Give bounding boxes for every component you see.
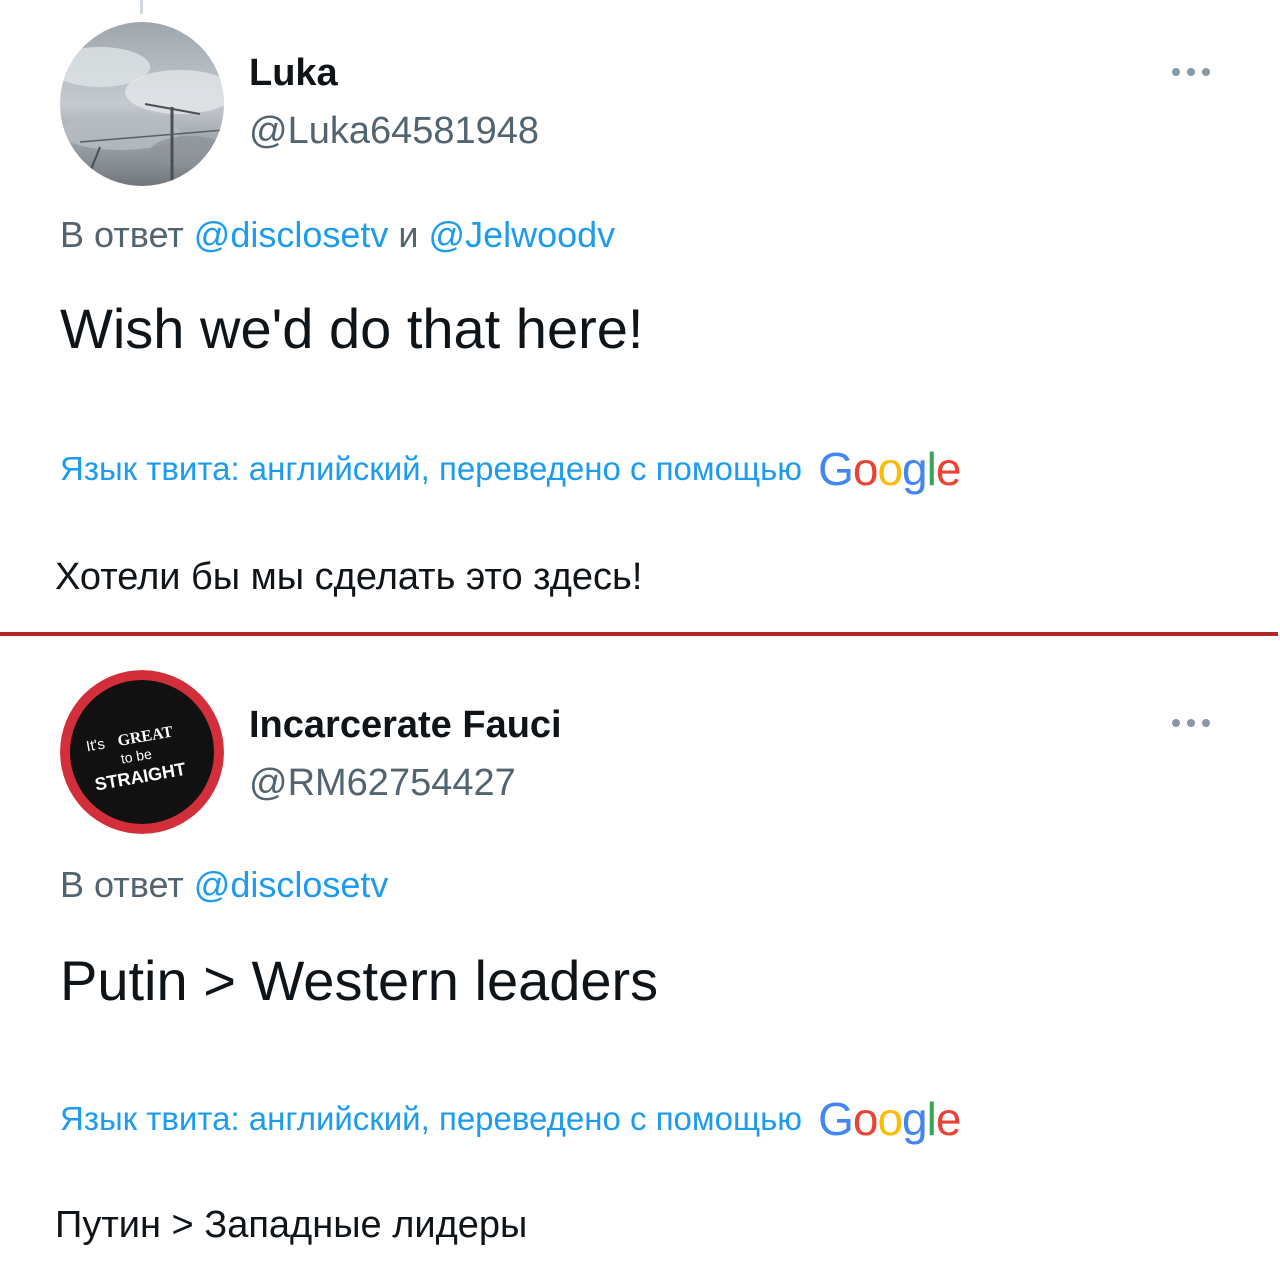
translation-label: Язык твита: английский, переведено с пом… <box>60 1100 803 1137</box>
google-logo-letter: g <box>902 443 928 495</box>
mention-link[interactable]: @Jelwoodv <box>429 214 616 255</box>
its-great-to-be-straight-avatar-icon: It's GREAT to be STRAIGHT <box>60 670 224 834</box>
google-logo-letter: l <box>926 443 937 495</box>
google-logo-letter: o <box>877 443 903 495</box>
avatar-text: It's <box>85 735 106 755</box>
avatar[interactable]: It's GREAT to be STRAIGHT <box>60 670 224 834</box>
reply-prefix: В ответ <box>60 864 184 905</box>
mention-link[interactable]: @disclosetv <box>194 864 389 905</box>
display-name[interactable]: Incarcerate Fauci <box>249 704 562 747</box>
display-name[interactable]: Luka <box>249 52 338 95</box>
google-logo: Google <box>818 1093 962 1145</box>
user-handle[interactable]: @Luka64581948 <box>249 110 539 153</box>
google-logo-letter: o <box>877 1093 903 1145</box>
reply-context: В ответ @disclosetv и @Jelwoodv <box>60 214 615 256</box>
translated-text: Хотели бы мы сделать это здесь! <box>55 556 643 598</box>
tweet-text: Wish we'd do that here! <box>60 297 644 360</box>
google-logo-letter: o <box>852 443 879 495</box>
dot-icon <box>1202 68 1210 76</box>
google-logo-letter: e <box>935 1093 962 1145</box>
more-options-button[interactable] <box>1172 713 1220 733</box>
translation-label: Язык твита: английский, переведено с пом… <box>60 450 803 487</box>
google-logo-letter: G <box>818 1093 854 1145</box>
reply-conjunction: и <box>398 214 419 255</box>
tweet-text: Putin > Western leaders <box>60 949 659 1012</box>
reply-context: В ответ @disclosetv <box>60 864 388 906</box>
tweet[interactable]: It's GREAT to be STRAIGHT Incarcerate Fa… <box>0 636 1280 1280</box>
dot-icon <box>1172 719 1180 727</box>
mention-link[interactable]: @disclosetv <box>194 214 389 255</box>
tweet[interactable]: Luka @Luka64581948 В ответ @disclosetv и… <box>0 0 1280 632</box>
google-logo-letter: l <box>926 1093 937 1145</box>
cloudy-sky-avatar-icon <box>60 22 224 186</box>
google-logo-letter: G <box>818 443 854 495</box>
reply-prefix: В ответ <box>60 214 184 255</box>
more-options-button[interactable] <box>1172 62 1220 82</box>
google-logo-letter: o <box>852 1093 879 1145</box>
google-logo-letter: e <box>935 443 962 495</box>
translated-text: Путин > Западные лидеры <box>55 1204 528 1246</box>
dot-icon <box>1187 719 1195 727</box>
translation-attribution[interactable]: Язык твита: английский, переведено с пом… <box>60 443 962 495</box>
dot-icon <box>1202 719 1210 727</box>
avatar[interactable] <box>60 22 224 186</box>
translation-attribution[interactable]: Язык твита: английский, переведено с пом… <box>60 1093 962 1145</box>
dot-icon <box>1172 68 1180 76</box>
dot-icon <box>1187 68 1195 76</box>
user-handle[interactable]: @RM62754427 <box>249 762 516 805</box>
google-logo: Google <box>818 443 962 495</box>
google-logo-letter: g <box>902 1093 928 1145</box>
